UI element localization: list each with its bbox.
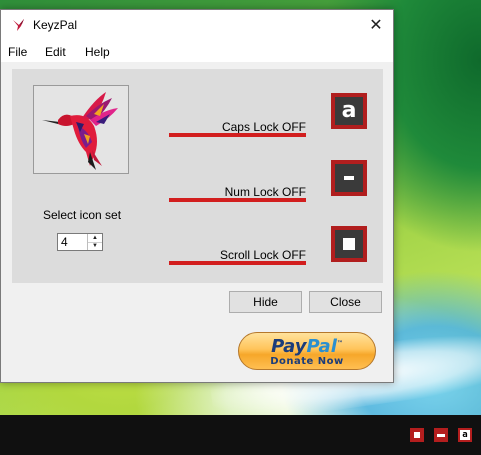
- dash-icon: [344, 176, 354, 180]
- paypal-pay-text: Pay: [271, 336, 307, 357]
- spin-buttons: ▲ ▼: [87, 234, 102, 250]
- scroll-lock-status: Scroll Lock OFF: [219, 248, 306, 262]
- close-button[interactable]: Close: [309, 291, 382, 313]
- caps-lock-status: Caps Lock OFF: [221, 120, 306, 134]
- tray-scroll-lock-icon[interactable]: [410, 428, 424, 442]
- caps-lock-underline: [169, 133, 306, 137]
- tray-dash-glyph: [437, 433, 445, 437]
- tray-square-glyph: [414, 432, 420, 438]
- menu-edit[interactable]: Edit: [45, 45, 66, 59]
- status-panel: Select icon set ▲ ▼ Caps Lock OFF a Num …: [12, 69, 383, 283]
- square-icon: [343, 238, 355, 250]
- icon-set-spinner[interactable]: ▲ ▼: [57, 233, 103, 251]
- menu-file[interactable]: File: [8, 45, 27, 59]
- caps-lock-indicator: a: [331, 93, 367, 129]
- num-lock-status: Num Lock OFF: [224, 185, 306, 199]
- icon-set-input[interactable]: [59, 234, 89, 250]
- paypal-logo: PayPal™: [271, 335, 343, 356]
- keyzpal-window: KeyzPal ✕ File Edit Help Select icon set…: [0, 9, 394, 383]
- title-bar[interactable]: KeyzPal ✕: [1, 10, 393, 40]
- paypal-pal-text: Pal: [306, 336, 337, 357]
- hummingbird-logo-icon: [42, 92, 118, 170]
- tray-caps-lock-icon[interactable]: a: [458, 428, 472, 442]
- hummingbird-logo-frame: [33, 85, 129, 174]
- tray-num-lock-icon[interactable]: [434, 428, 448, 442]
- hummingbird-icon: [12, 18, 26, 32]
- scroll-lock-indicator: [331, 226, 367, 262]
- num-lock-indicator: [331, 160, 367, 196]
- close-icon[interactable]: ✕: [359, 10, 393, 40]
- taskbar: a: [0, 415, 481, 455]
- window-title: KeyzPal: [33, 18, 78, 32]
- scroll-lock-underline: [169, 261, 306, 265]
- paypal-donate-button[interactable]: PayPal™ Donate Now: [238, 332, 376, 370]
- chevron-down-icon[interactable]: ▼: [88, 242, 102, 250]
- paypal-trademark: ™: [336, 340, 343, 347]
- menu-help[interactable]: Help: [85, 45, 110, 59]
- menu-bar: File Edit Help: [1, 40, 393, 62]
- tray-a-glyph: a: [460, 430, 470, 440]
- num-lock-underline: [169, 198, 306, 202]
- caps-lock-glyph: a: [341, 98, 357, 123]
- donate-now-label: Donate Now: [270, 356, 344, 367]
- hide-button[interactable]: Hide: [229, 291, 302, 313]
- icon-set-label: Select icon set: [43, 208, 122, 222]
